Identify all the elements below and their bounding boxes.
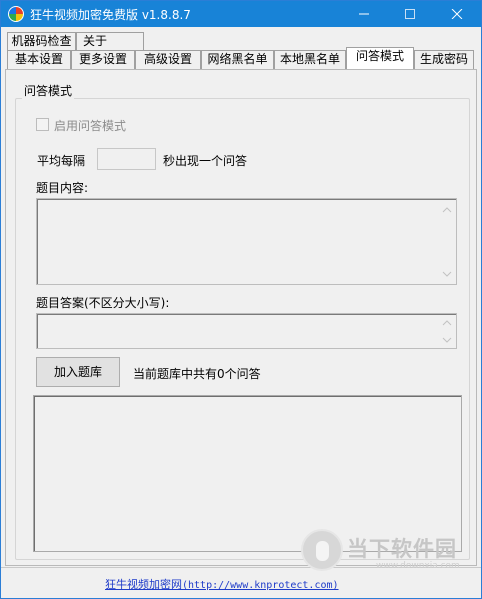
scroll-up-icon[interactable] [442, 319, 452, 327]
scroll-down-icon[interactable] [442, 336, 452, 344]
watermark-logo-icon [301, 529, 343, 571]
tab-generate-password[interactable]: 生成密码 [414, 50, 474, 69]
tab-label: 本地黑名单 [279, 52, 340, 66]
watermark: 当下软件园 www.downxia.com [301, 529, 461, 575]
footer-website-link[interactable]: 狂牛视频加密网(http://www.knprotect.com) [105, 576, 339, 592]
tab-about[interactable]: 关于 [76, 32, 144, 51]
tab-label: 高级设置 [143, 52, 192, 66]
tab-label: 问答模式 [355, 49, 404, 63]
app-window: 狂牛视频加密免费版 v1.8.8.7 机器码检查 关于 基本设置 更多设置 高级… [0, 0, 482, 599]
tab-local-blacklist[interactable]: 本地黑名单 [274, 50, 346, 69]
close-icon [451, 9, 463, 19]
tab-label: 生成密码 [419, 52, 468, 66]
tab-more-settings[interactable]: 更多设置 [71, 50, 135, 69]
footer-site-name: 狂牛视频加密网 [105, 578, 182, 591]
minimize-button[interactable] [341, 1, 387, 27]
watermark-url: www.downxia.com [376, 561, 460, 571]
scroll-up-icon[interactable] [442, 206, 452, 214]
tab-label: 更多设置 [78, 52, 127, 66]
maximize-icon [405, 9, 415, 19]
minimize-icon [359, 13, 369, 15]
interval-input[interactable] [97, 148, 156, 170]
window-title: 狂牛视频加密免费版 v1.8.8.7 [30, 8, 191, 22]
add-to-bank-button[interactable]: 加入题库 [36, 357, 120, 387]
answer-label: 题目答案(不区分大小写): [36, 296, 170, 310]
question-count-text: 当前题库中共有0个问答 [133, 367, 261, 381]
watermark-brand: 当下软件园 [347, 537, 457, 561]
enable-qa-label: 启用问答模式 [54, 119, 127, 133]
maximize-button[interactable] [387, 1, 433, 27]
tab-label: 机器码检查 [11, 34, 72, 48]
tab-label: 关于 [83, 34, 108, 48]
tab-label: 基本设置 [14, 52, 63, 66]
scroll-down-icon[interactable] [442, 270, 452, 278]
tab-machine-code-check[interactable]: 机器码检查 [7, 32, 76, 51]
footer-site-url: (http://www.knprotect.com) [182, 580, 339, 591]
tab-basic-settings[interactable]: 基本设置 [7, 50, 71, 69]
tab-network-blacklist[interactable]: 网络黑名单 [201, 50, 274, 69]
enable-qa-checkbox[interactable] [36, 118, 49, 131]
tab-advanced-settings[interactable]: 高级设置 [135, 50, 201, 69]
answer-textarea[interactable] [36, 313, 457, 349]
title-bar[interactable]: 狂牛视频加密免费版 v1.8.8.7 [1, 1, 481, 27]
app-logo-icon [8, 6, 24, 22]
close-button[interactable] [434, 1, 480, 27]
interval-prefix: 平均每隔 [37, 154, 86, 168]
question-textarea[interactable] [36, 198, 457, 285]
tab-label: 网络黑名单 [207, 52, 268, 66]
group-title: 问答模式 [22, 82, 75, 99]
interval-suffix: 秒出现一个问答 [163, 154, 248, 168]
tab-qa-mode[interactable]: 问答模式 [346, 47, 414, 69]
question-label: 题目内容: [36, 181, 89, 195]
